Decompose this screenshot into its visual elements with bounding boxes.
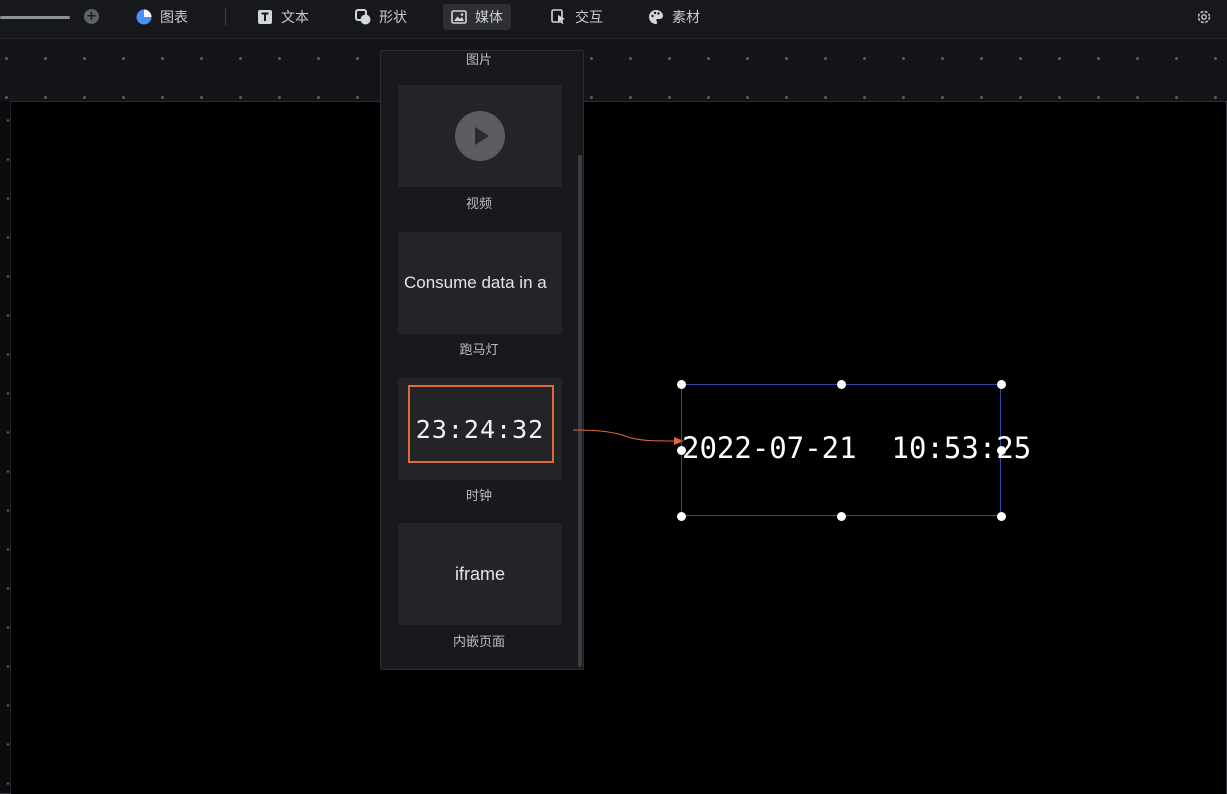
resize-handle-left[interactable] [677, 446, 686, 455]
resize-handle-top-left[interactable] [677, 380, 686, 389]
toolbar-item-assets[interactable]: 素材 [640, 4, 708, 30]
editor-canvas[interactable] [11, 101, 1226, 794]
resize-handle-top-right[interactable] [997, 380, 1006, 389]
resize-handle-top[interactable] [837, 380, 846, 389]
top-ruler [0, 39, 1227, 101]
marquee-preview-text: Consume data in a [404, 273, 547, 292]
toolbar-item-label: 素材 [672, 10, 700, 26]
toolbar-item-text[interactable]: 文本 [249, 4, 317, 30]
zoom-slider[interactable] [0, 16, 70, 19]
text-icon [258, 10, 272, 24]
toolbar-divider [225, 8, 226, 26]
settings-gear-icon[interactable] [1195, 8, 1213, 26]
toolbar-item-label: 形状 [379, 10, 407, 26]
zoom-in-icon[interactable]: + [84, 9, 99, 24]
resize-handle-right[interactable] [997, 446, 1006, 455]
media-item-label: 内嵌页面 [452, 635, 505, 650]
toolbar-item-label: 媒体 [475, 10, 503, 26]
panel-item-label-image[interactable]: 图片 [381, 49, 577, 68]
media-item-label: 视频 [465, 197, 492, 212]
media-item-video[interactable] [398, 85, 562, 187]
media-item-label: 时钟 [465, 489, 492, 504]
pointer-icon [551, 9, 565, 24]
toolbar-item-label: 图表 [160, 10, 188, 26]
toolbar-item-chart[interactable]: 图表 [128, 4, 196, 30]
media-item-label: 跑马灯 [459, 343, 499, 358]
clock-widget-text: 2022-07-21 10:53:25 [682, 431, 1032, 465]
media-dropdown-panel: 图片 视频 Consume data in a 跑马灯 23:24:32 时钟 … [380, 50, 584, 670]
media-item-iframe[interactable]: iframe [398, 523, 562, 625]
media-item-marquee[interactable]: Consume data in a [398, 232, 562, 334]
left-ruler [0, 101, 11, 793]
clock-highlight-box [408, 385, 554, 463]
iframe-preview-text: iframe [454, 563, 505, 584]
panel-scrollbar[interactable] [578, 155, 582, 667]
resize-handle-bottom[interactable] [837, 512, 846, 521]
top-toolbar: + 图表 文本 形状 媒体 交互 素材 [0, 0, 1227, 39]
pie-chart-icon [136, 9, 152, 25]
toolbar-item-media[interactable]: 媒体 [443, 4, 511, 30]
image-icon [451, 10, 467, 24]
toolbar-item-label: 文本 [281, 10, 309, 26]
resize-handle-bottom-left[interactable] [677, 512, 686, 521]
toolbar-item-shape[interactable]: 形状 [347, 4, 415, 30]
toolbar-item-label: 交互 [575, 10, 603, 26]
toolbar-item-interaction[interactable]: 交互 [543, 4, 611, 30]
play-icon [455, 111, 505, 161]
resize-handle-bottom-right[interactable] [997, 512, 1006, 521]
palette-icon [649, 10, 663, 24]
clock-widget[interactable]: 2022-07-21 10:53:25 [677, 380, 1032, 521]
shape-icon [355, 9, 371, 25]
